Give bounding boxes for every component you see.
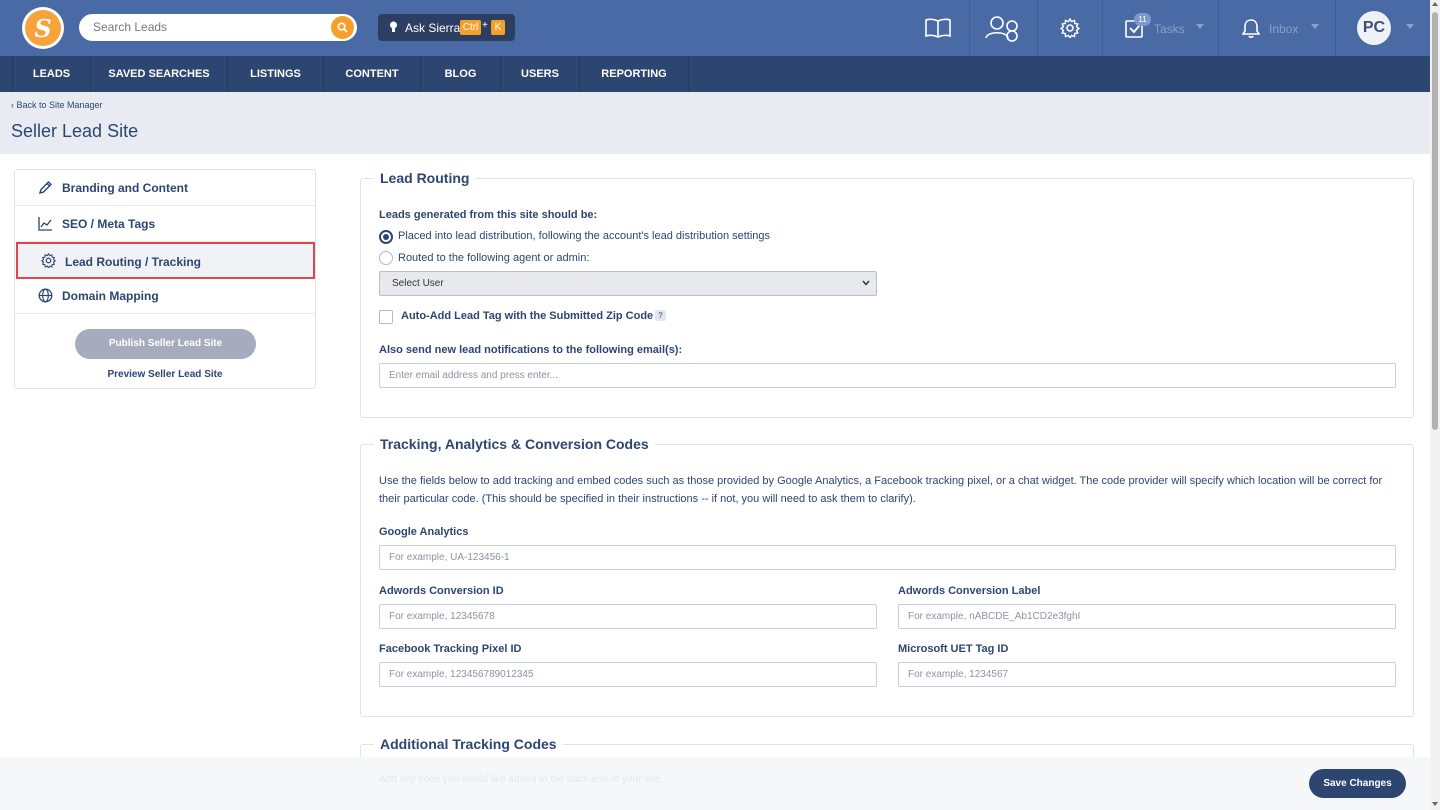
logo-letter: S (25, 10, 61, 46)
adwords-conversion-label-input[interactable]: For example, nABCDE_Ab1CD2e3fghI (898, 604, 1396, 629)
nav-users[interactable]: USERS (501, 56, 580, 92)
search-placeholder: Search Leads (93, 20, 168, 34)
facebook-pixel-input[interactable]: For example, 123456789012345 (379, 662, 877, 687)
tasks-button[interactable] (1124, 0, 1146, 56)
ask-sierra-label: Ask Sierra (405, 21, 461, 35)
user-avatar[interactable]: PC (1357, 11, 1391, 45)
google-analytics-input[interactable]: For example, UA-123456-1 (379, 545, 1396, 570)
inbox-label[interactable]: Inbox (1269, 22, 1298, 36)
gear-icon (1060, 18, 1080, 38)
nav-reporting[interactable]: REPORTING (580, 56, 689, 92)
back-link-label: Back to Site Manager (16, 100, 103, 110)
sidebar-item-branding[interactable]: Branding and Content (15, 170, 315, 206)
help-icon[interactable]: ? (655, 310, 666, 321)
page-scrollbar[interactable] (1430, 0, 1440, 810)
sidebar-item-label: Lead Routing / Tracking (65, 255, 202, 269)
tracking-description-line-1: Use the fields below to add tracking and… (379, 475, 1383, 487)
lightbulb-icon (390, 21, 397, 32)
adwords-conversion-label-label: Adwords Conversion Label (898, 585, 1041, 597)
select-user-value: Select User (392, 278, 444, 289)
ask-sierra-button[interactable]: Ask Sierra Ctrl + K (378, 14, 515, 41)
page-title: Seller Lead Site (11, 121, 139, 141)
gear-icon (41, 253, 56, 268)
tracking-description-line-2: their particular code. (This should be s… (379, 493, 916, 505)
bell-icon (1242, 19, 1260, 38)
chart-line-icon (38, 217, 52, 231)
additional-tracking-hint: Add any code you would like added to the… (379, 774, 663, 785)
sidebar-item-lead-routing[interactable]: Lead Routing / Tracking (16, 242, 315, 279)
tasks-label[interactable]: Tasks (1154, 22, 1185, 36)
page-header: ‹ Back to Site Manager Seller Lead Site (0, 92, 1430, 154)
sidebar-item-label: SEO / Meta Tags (62, 217, 156, 231)
adwords-conversion-id-input[interactable]: For example, 12345678 (379, 604, 877, 629)
notification-emails-label: Also send new lead notifications to the … (379, 344, 683, 356)
nav-blog[interactable]: BLOG (421, 56, 501, 92)
microsoft-uet-label: Microsoft UET Tag ID (898, 643, 1009, 655)
tasks-chevron-down-icon[interactable] (1196, 24, 1204, 29)
nav-listings[interactable]: LISTINGS (228, 56, 324, 92)
site-settings-menu: Branding and Content SEO / Meta Tags Lea… (14, 169, 316, 389)
lead-routing-section: Lead Routing Leads generated from this s… (360, 170, 1414, 418)
adwords-conversion-id-label: Adwords Conversion ID (379, 585, 504, 597)
divider (1218, 0, 1219, 56)
inbox-button[interactable] (1240, 0, 1262, 56)
facebook-pixel-label: Facebook Tracking Pixel ID (379, 643, 522, 655)
inbox-chevron-down-icon[interactable] (1311, 24, 1319, 29)
scroll-down-arrow-icon[interactable] (1432, 802, 1438, 806)
book-icon (924, 18, 951, 38)
settings-button[interactable] (1038, 0, 1102, 56)
sierra-logo[interactable]: S (22, 7, 64, 49)
notification-emails-input[interactable]: Enter email address and press enter... (379, 363, 1396, 388)
preview-site-link[interactable]: Preview Seller Lead Site (15, 369, 315, 380)
divider (1335, 0, 1336, 56)
nav-leads[interactable]: LEADS (12, 56, 91, 92)
sidebar-item-domain-mapping[interactable]: Domain Mapping (15, 278, 315, 314)
search-icon (337, 22, 348, 33)
shortcut-k-key: K (491, 20, 505, 35)
nav-content[interactable]: CONTENT (324, 56, 421, 92)
sidebar-item-seo[interactable]: SEO / Meta Tags (15, 206, 315, 242)
search-button[interactable] (331, 16, 354, 39)
sticky-footer: Add any code you would like added to the… (0, 757, 1430, 810)
tasks-count-badge: 11 (1134, 13, 1151, 26)
routing-question: Leads generated from this site should be… (379, 209, 598, 221)
save-changes-button[interactable]: Save Changes (1309, 769, 1406, 798)
radio-route-to-agent[interactable] (379, 251, 393, 265)
publish-site-button[interactable]: Publish Seller Lead Site (75, 329, 256, 359)
pencil-icon (38, 181, 52, 195)
microsoft-uet-input[interactable]: For example, 1234567 (898, 662, 1396, 687)
nav-saved-searches[interactable]: SAVED SEARCHES (91, 56, 228, 92)
section-title: Lead Routing (374, 170, 476, 186)
globe-icon (38, 288, 53, 303)
radio-route-to-agent-label[interactable]: Routed to the following agent or admin: (398, 252, 589, 264)
radio-lead-distribution[interactable] (379, 230, 393, 244)
top-bar: S Search Leads Ask Sierra Ctrl + K 11 Ta… (0, 0, 1430, 56)
section-title: Tracking, Analytics & Conversion Codes (374, 436, 655, 452)
account-chevron-down-icon[interactable] (1406, 24, 1414, 29)
shortcut-ctrl-key: Ctrl (460, 20, 481, 35)
scrollbar-thumb[interactable] (1432, 12, 1438, 430)
tracking-section: Tracking, Analytics & Conversion Codes U… (360, 436, 1414, 717)
auto-add-tag-label[interactable]: Auto-Add Lead Tag with the Submitted Zip… (401, 310, 653, 322)
auto-add-tag-checkbox[interactable] (379, 310, 393, 324)
shortcut-plus: + (482, 20, 488, 31)
select-user-dropdown[interactable]: Select User (379, 271, 877, 296)
sidebar-item-label: Branding and Content (62, 181, 188, 195)
section-title: Additional Tracking Codes (374, 736, 563, 752)
main-nav: LEADS SAVED SEARCHES LISTINGS CONTENT BL… (0, 56, 1430, 92)
back-to-site-manager-link[interactable]: ‹ Back to Site Manager (11, 100, 103, 110)
users-button[interactable] (970, 0, 1037, 56)
radio-lead-distribution-label[interactable]: Placed into lead distribution, following… (398, 230, 770, 242)
divider (1102, 0, 1103, 56)
help-docs-button[interactable] (906, 0, 969, 56)
chevron-down-icon (862, 280, 870, 286)
search-leads-input[interactable]: Search Leads (79, 14, 357, 41)
google-analytics-label: Google Analytics (379, 526, 469, 538)
users-icon (984, 16, 1018, 42)
scroll-up-arrow-icon[interactable] (1432, 2, 1438, 6)
sidebar-item-label: Domain Mapping (62, 289, 159, 303)
